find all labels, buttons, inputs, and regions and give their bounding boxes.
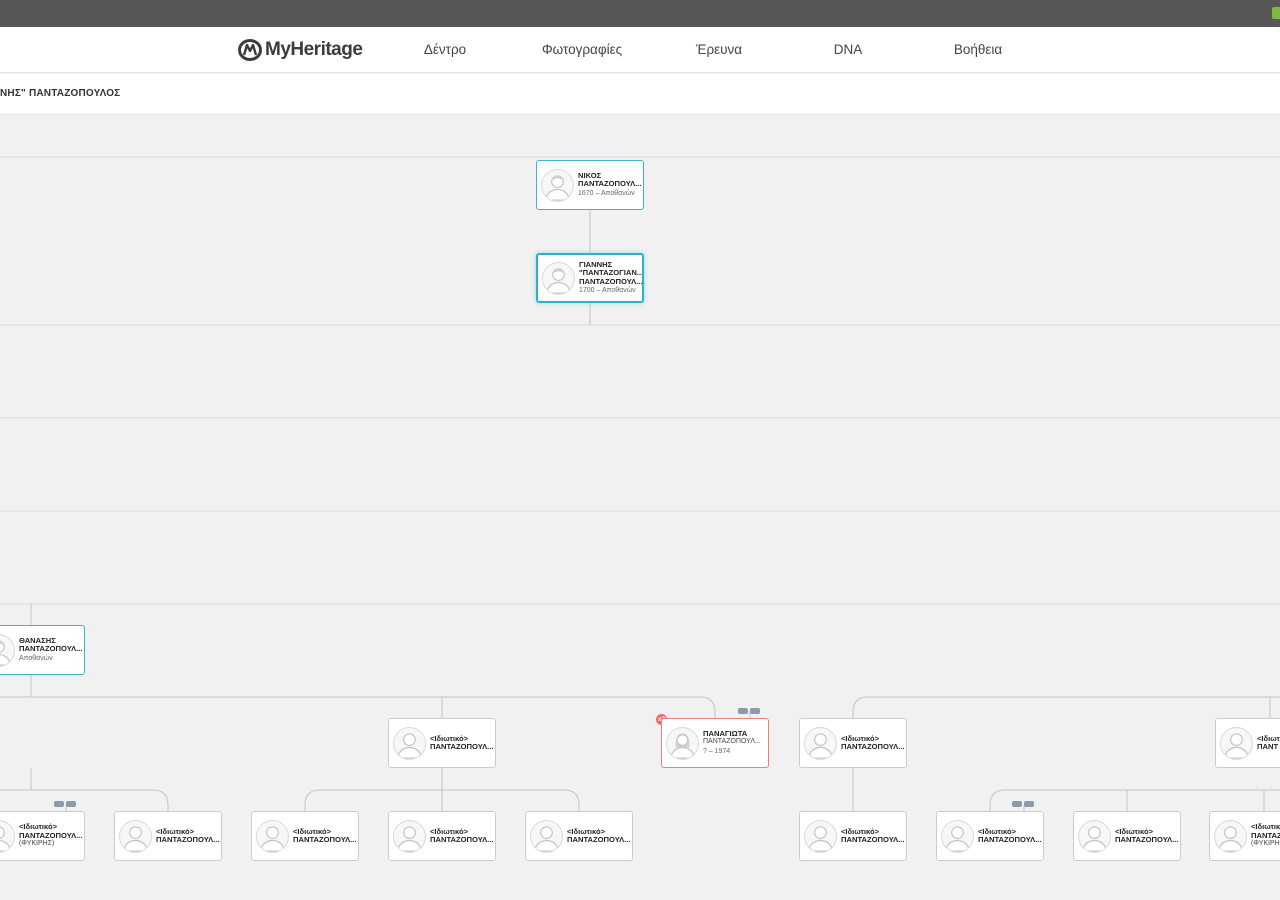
family-tree-canvas[interactable]: ΝΙΚΟΣ ΠΑΝΤΑΖΟΠΟΥΛ... 1670 – Αποθανών ΓΙΑ… [0, 116, 1280, 900]
nav-photos[interactable]: Φωτογραφίες [542, 42, 622, 57]
browser-top-bar [0, 0, 1280, 27]
person-card[interactable]: <Ιδιωτικό> ΠΑΝΤΑΖΟΠΟΥΛ... [525, 811, 633, 861]
person-name: ΠΑΝΤΑΖΟΠΟΥΛ... [567, 835, 631, 844]
person-name: ΠΑΝΤ [1257, 742, 1279, 751]
status-indicator [1272, 7, 1280, 19]
person-name: ΠΑΝΤΑΖΟΠΟΥΛ... [841, 835, 905, 844]
person-nickname: (ΦΥΚΙΡΗΣ) [19, 840, 55, 848]
brand-name: MyHeritage [265, 39, 363, 60]
person-card[interactable]: <Ιδιωτικό> ΠΑΝΤΑΖΟΠΟΥΛ... (ΦΥΚΙΡΗΣ) [0, 811, 85, 861]
user-avatar-icon [119, 819, 152, 853]
person-nickname: (ΦΥΚΙΡΗ [1251, 840, 1280, 848]
person-name: ΠΑΝΤΑΖΟΠΟΥΛ... [156, 835, 220, 844]
male-avatar-icon [0, 633, 15, 667]
person-surname: ΠΑΝΤΑΖΟΠΟΥΛ... [703, 738, 761, 746]
nav-research[interactable]: Έρευνα [696, 42, 742, 57]
person-name: ΠΑΝΤΑΖΟΠΟΥΛ... [293, 835, 357, 844]
user-avatar-icon [1078, 819, 1111, 853]
person-card[interactable]: ΘΑΝΑΣΗΣ ΠΑΝΤΑΖΟΠΟΥΛ... Αποθανών [0, 625, 85, 675]
user-avatar-icon [941, 819, 974, 853]
myheritage-logo[interactable]: MyHeritage [238, 38, 363, 62]
tree-title: ΝΗΣ" ΠΑΝΤΑΖΟΠΟΥΛΟΣ [0, 88, 121, 99]
person-name: ΠΑΝΤΑΖΟΠΟΥΛ... [19, 644, 83, 654]
myheritage-logo-icon [238, 39, 262, 61]
user-avatar-icon [256, 819, 289, 853]
person-card[interactable]: <Ιδιωτικό> ΠΑΝΤΑΖΟΠΟΥΛ... [251, 811, 359, 861]
person-dates: Αποθανών [19, 654, 53, 662]
person-card[interactable]: <Ιδιωτικό> ΠΑΝΤΑΖΟΠΟΥΛ... [799, 811, 907, 861]
person-dates: 1670 – Αποθανών [578, 189, 635, 197]
person-card-female[interactable]: ΠΑΝΑΓΙΩΤΑ ΠΑΝΤΑΖΟΠΟΥΛ... ? – 1974 [661, 718, 769, 768]
user-avatar-icon [393, 819, 426, 853]
nav-dna[interactable]: DNA [834, 42, 863, 57]
user-avatar-icon [804, 819, 837, 853]
person-card[interactable]: <Ιδιωτι ΠΑΝΤ [1215, 718, 1280, 768]
site-header: MyHeritage Δέντρο Φωτογραφίες Έρευνα DNA… [0, 27, 1280, 73]
user-avatar-icon [0, 819, 15, 853]
tree-subheader: ΝΗΣ" ΠΑΝΤΑΖΟΠΟΥΛΟΣ [0, 74, 1280, 115]
user-avatar-icon [1220, 726, 1253, 760]
spouse-link-icon[interactable] [1012, 801, 1034, 807]
spouse-link-icon[interactable] [738, 708, 760, 714]
spouse-link-icon[interactable] [54, 801, 76, 807]
user-avatar-icon [393, 726, 426, 760]
person-card[interactable]: <Ιδιωτικό> ΠΑΝΤΑΖΟΠΟΥΛ... [388, 718, 496, 768]
person-name: ΠΑΝΤΑΖΟΠΟΥΛ... [578, 179, 642, 189]
person-card-focus[interactable]: ΓΙΑΝΝΗΣ "ΠΑΝΤΑΖΟΓΙΑΝ... ΠΑΝΤΑΖΟΠΟΥΛ... 1… [536, 253, 644, 303]
user-avatar-icon [530, 819, 563, 853]
person-card[interactable]: ΝΙΚΟΣ ΠΑΝΤΑΖΟΠΟΥΛ... 1670 – Αποθανών [536, 160, 644, 210]
person-dates: 1700 – Αποθανών [579, 287, 636, 294]
person-card[interactable]: <Ιδιωτικό> ΠΑΝΤΑΖΟΠΟΥΛ... [799, 718, 907, 768]
tree-connectors [0, 156, 1280, 811]
person-name: ΠΑΝΤΑΖΟΠΟΥΛ... [978, 835, 1042, 844]
person-card[interactable]: <Ιδιωτικό> ΠΑΝΤΑΖΟΠΟΥΛ... [936, 811, 1044, 861]
user-avatar-icon [1214, 819, 1247, 853]
person-name: ΠΑΝΤΑΖΟΠΟΥΛ... [19, 830, 83, 840]
person-name: ΠΑΝΤΑΖΟΠΟΥΛ... [430, 835, 494, 844]
person-name: ΠΑΝΑΓΙΩΤΑ [703, 729, 748, 738]
person-name: ΠΑΝΤΑΖΟΠΟΥΛ... [1115, 835, 1179, 844]
person-name: ΠΑΝΤΑΖ [1251, 830, 1280, 840]
male-avatar-icon [541, 168, 574, 202]
person-card[interactable]: <Ιδιωτικό> ΠΑΝΤΑΖΟΠΟΥΛ... [1073, 811, 1181, 861]
person-dates: ? – 1974 [703, 747, 731, 755]
user-avatar-icon [804, 726, 837, 760]
male-avatar-icon [542, 261, 575, 295]
female-avatar-icon [666, 726, 699, 760]
nav-tree[interactable]: Δέντρο [424, 42, 466, 57]
person-card[interactable]: <Ιδιωτικό> ΠΑΝΤΑΖΟΠΟΥΛ... [388, 811, 496, 861]
person-card[interactable]: <Ιδιωτικό> ΠΑΝΤΑΖ (ΦΥΚΙΡΗ [1209, 811, 1280, 861]
person-name: ΠΑΝΤΑΖΟΠΟΥΛ... [841, 742, 905, 751]
person-name: ΠΑΝΤΑΖΟΠΟΥΛ... [430, 742, 494, 751]
nav-help[interactable]: Βοήθεια [954, 42, 1002, 57]
person-card[interactable]: <Ιδιωτικό> ΠΑΝΤΑΖΟΠΟΥΛ... [114, 811, 222, 861]
person-name: ΠΑΝΤΑΖΟΠΟΥΛ... [579, 276, 642, 286]
